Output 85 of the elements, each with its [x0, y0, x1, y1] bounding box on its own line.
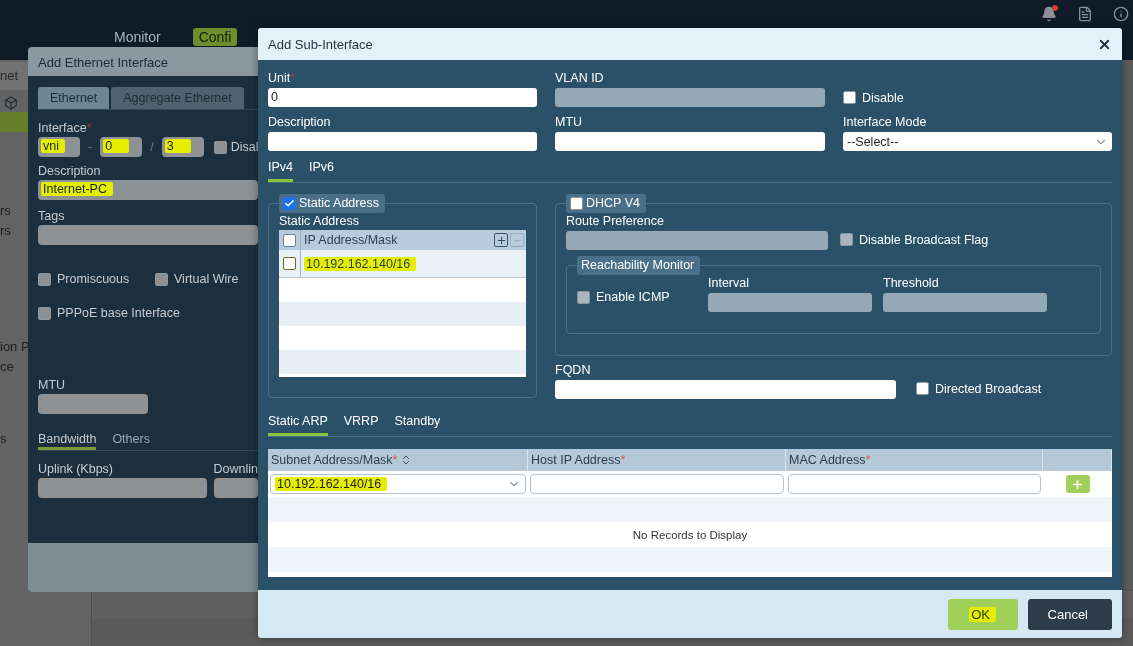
tab[interactable]: Ethernet: [38, 87, 110, 109]
column-header: Subnet Address/Mask*: [271, 453, 398, 467]
checkbox[interactable]: [283, 233, 296, 247]
field-label: Tags: [38, 209, 66, 224]
field-label: MTU: [38, 378, 67, 393]
column-header: MAC Address*: [789, 453, 871, 467]
dialog-title: Add Ethernet Interface: [28, 47, 258, 76]
field-label: Interface*: [38, 121, 93, 136]
input-field[interactable]: [883, 293, 1047, 312]
checkbox-label: PPPoE base Interface: [57, 306, 180, 320]
checkbox-label: Enable ICMP: [596, 290, 670, 304]
checkbox[interactable]: [38, 272, 51, 286]
field-label: Description: [38, 164, 102, 179]
checkbox[interactable]: [283, 196, 296, 210]
checkbox[interactable]: [38, 306, 51, 320]
field-label: MTU: [555, 114, 584, 130]
input-field[interactable]: [530, 474, 784, 494]
tab[interactable]: Standby: [394, 411, 441, 436]
checkbox[interactable]: [570, 196, 583, 210]
dialog-title: Add Sub-Interface: [268, 36, 373, 52]
separator-text: /: [150, 140, 154, 154]
plus-icon: [1071, 477, 1084, 491]
input-field[interactable]: [38, 394, 148, 414]
checkbox-label: Directed Broadcast: [935, 381, 1042, 396]
field-label: Downlin: [213, 462, 258, 477]
input-field[interactable]: [555, 132, 825, 151]
dialog-button[interactable]: Cancel: [1027, 598, 1112, 630]
checkbox[interactable]: [577, 290, 590, 304]
checkbox[interactable]: [916, 382, 929, 395]
column-header: IP Address/Mask: [303, 233, 399, 247]
input-field[interactable]: 0: [100, 137, 143, 157]
field-label: Static Address: [279, 213, 360, 229]
input-field[interactable]: 3: [161, 137, 204, 157]
input-field[interactable]: [214, 478, 258, 498]
input-field[interactable]: [566, 231, 828, 250]
nav-tab[interactable]: Monitor: [108, 28, 167, 46]
field-label: Route Preference: [566, 213, 665, 229]
tab[interactable]: Others: [112, 428, 150, 450]
document-icon[interactable]: [1077, 6, 1093, 22]
field-label: Interface Mode: [843, 114, 928, 130]
checkbox-label: Promiscuous: [57, 272, 130, 286]
tab[interactable]: IPv4: [268, 157, 293, 182]
tab[interactable]: IPv6: [309, 157, 335, 182]
input-field[interactable]: [555, 380, 896, 399]
select-field[interactable]: 10.192.162.140/16: [270, 474, 526, 494]
checkbox[interactable]: [840, 233, 853, 246]
checkbox[interactable]: [213, 140, 227, 154]
tab[interactable]: VRRP: [343, 411, 379, 436]
checkbox[interactable]: [843, 91, 856, 104]
cube-icon: [4, 96, 18, 110]
add-button[interactable]: [494, 233, 508, 247]
select-field[interactable]: --Select--: [843, 132, 1112, 151]
field-label: VLAN ID: [555, 70, 605, 86]
tab[interactable]: Bandwidth: [38, 428, 97, 450]
input-field[interactable]: [38, 478, 207, 498]
checkbox-label: Virtual Wire: [174, 272, 239, 286]
dialog-button[interactable]: OK: [947, 598, 1018, 630]
checkbox[interactable]: [283, 257, 296, 270]
field-label: Uplink (Kbps): [38, 462, 115, 477]
section-title: DHCP V4: [586, 196, 640, 210]
info-icon[interactable]: [1113, 6, 1129, 22]
tab[interactable]: Static ARP: [268, 411, 328, 436]
section-title: Reachability Monitor: [581, 258, 695, 272]
input-field[interactable]: 0: [268, 88, 537, 107]
separator-text: -: [88, 140, 93, 154]
input-field[interactable]: [708, 293, 872, 312]
field-label: FQDN: [555, 362, 592, 378]
field-label: Unit*: [268, 70, 297, 86]
input-field[interactable]: Internet-PC: [38, 180, 258, 200]
input-field[interactable]: [788, 474, 1041, 494]
plus-icon: [495, 234, 507, 246]
nav-tab[interactable]: Confi: [192, 28, 238, 46]
bell-icon[interactable]: [1041, 6, 1057, 22]
input-field[interactable]: [268, 132, 537, 151]
section-title: Static Address: [299, 196, 379, 210]
checkbox-label: Disable Broadcast Flag: [859, 232, 989, 247]
input-field[interactable]: vni: [38, 137, 80, 157]
input-field[interactable]: [38, 225, 258, 245]
checkbox-label: Disal: [230, 140, 258, 154]
checkbox[interactable]: [155, 272, 168, 286]
column-header: Host IP Address*: [531, 453, 626, 467]
field-label: Threshold: [883, 275, 940, 291]
field-label: Interval: [708, 275, 750, 291]
field-label: Description: [268, 114, 332, 130]
checkbox-label: Disable: [862, 90, 904, 105]
